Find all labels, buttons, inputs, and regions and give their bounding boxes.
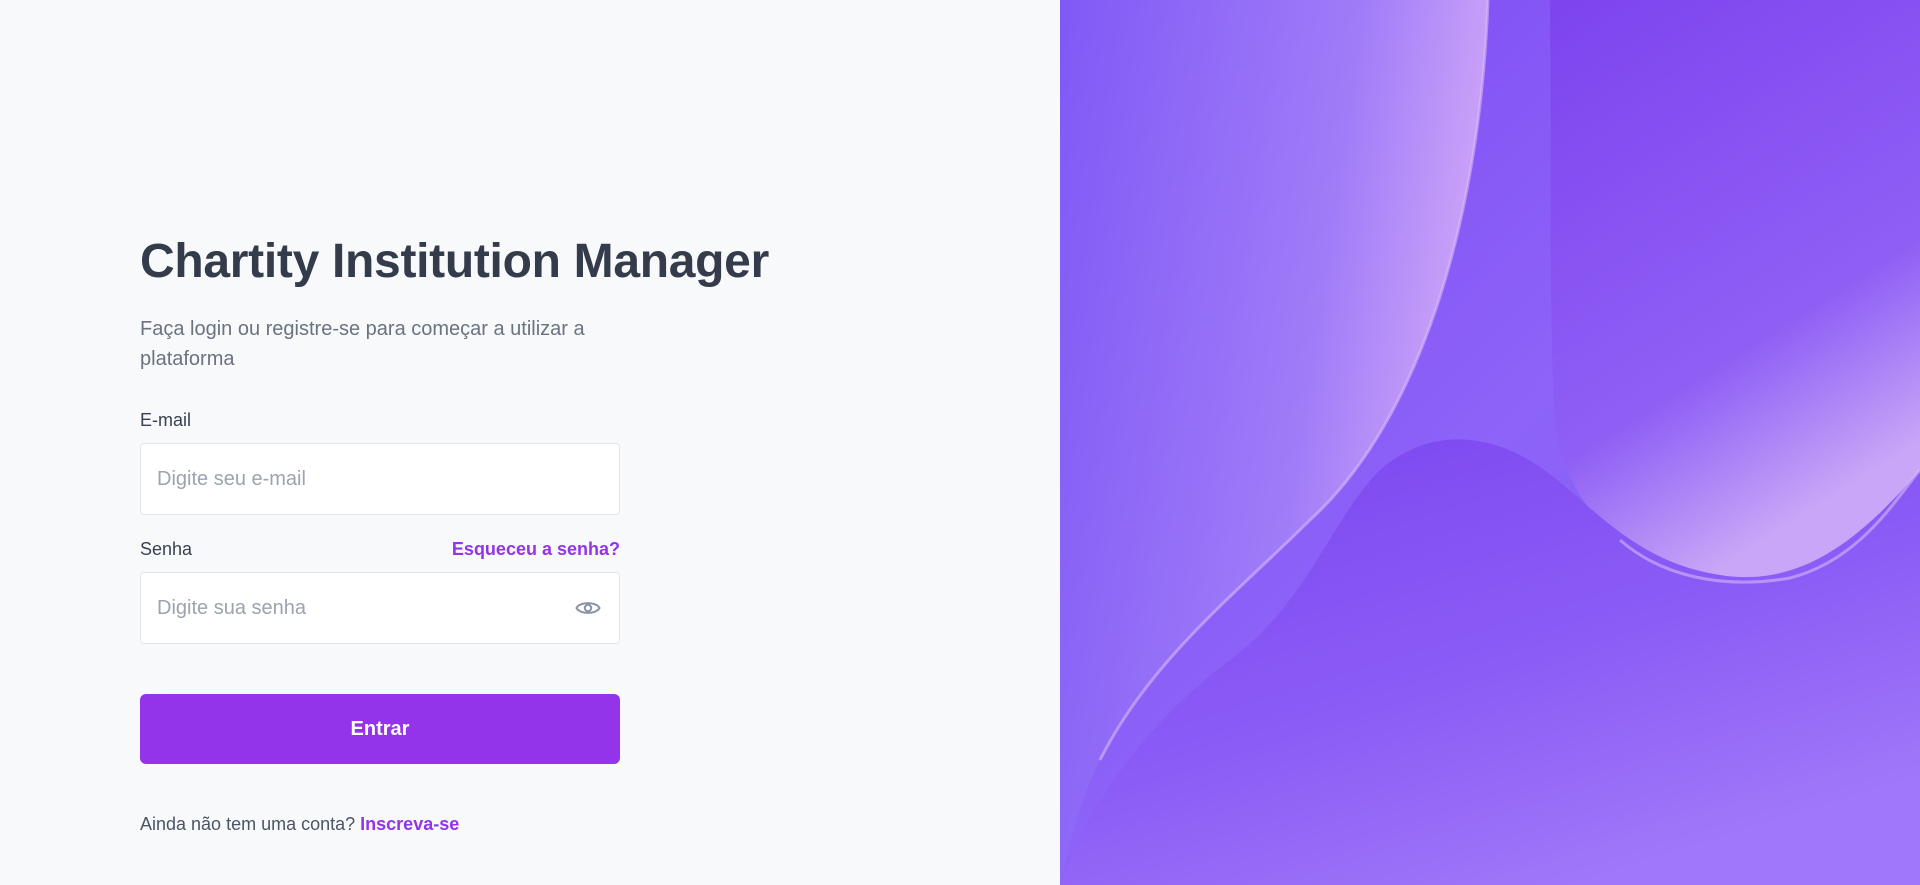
signup-link[interactable]: Inscreva-se xyxy=(360,814,459,834)
eye-icon[interactable] xyxy=(575,598,601,618)
email-field[interactable] xyxy=(157,467,603,491)
login-button[interactable]: Entrar xyxy=(140,694,620,764)
password-field[interactable] xyxy=(157,596,603,620)
email-input-wrapper xyxy=(140,443,620,515)
abstract-wave-artwork xyxy=(1060,0,1920,885)
email-label: E-mail xyxy=(140,410,192,430)
forgot-password-link[interactable]: Esqueceu a senha? xyxy=(452,539,620,560)
signup-prompt-text: Ainda não tem uma conta? xyxy=(140,814,356,834)
password-input-wrapper xyxy=(140,572,620,644)
login-panel: Chartity Institution Manager Faça login … xyxy=(0,0,1060,885)
decorative-art-panel xyxy=(1060,0,1920,885)
login-form: Chartity Institution Manager Faça login … xyxy=(140,232,769,835)
signup-prompt: Ainda não tem uma conta? Inscreva-se xyxy=(140,814,620,835)
login-page: Chartity Institution Manager Faça login … xyxy=(0,0,1920,885)
page-title: Chartity Institution Manager xyxy=(140,235,769,288)
password-label-row: Senha Esqueceu a senha? xyxy=(140,537,620,561)
password-label: Senha xyxy=(140,539,193,559)
page-subtitle: Faça login ou registre-se para começar a… xyxy=(140,318,585,370)
